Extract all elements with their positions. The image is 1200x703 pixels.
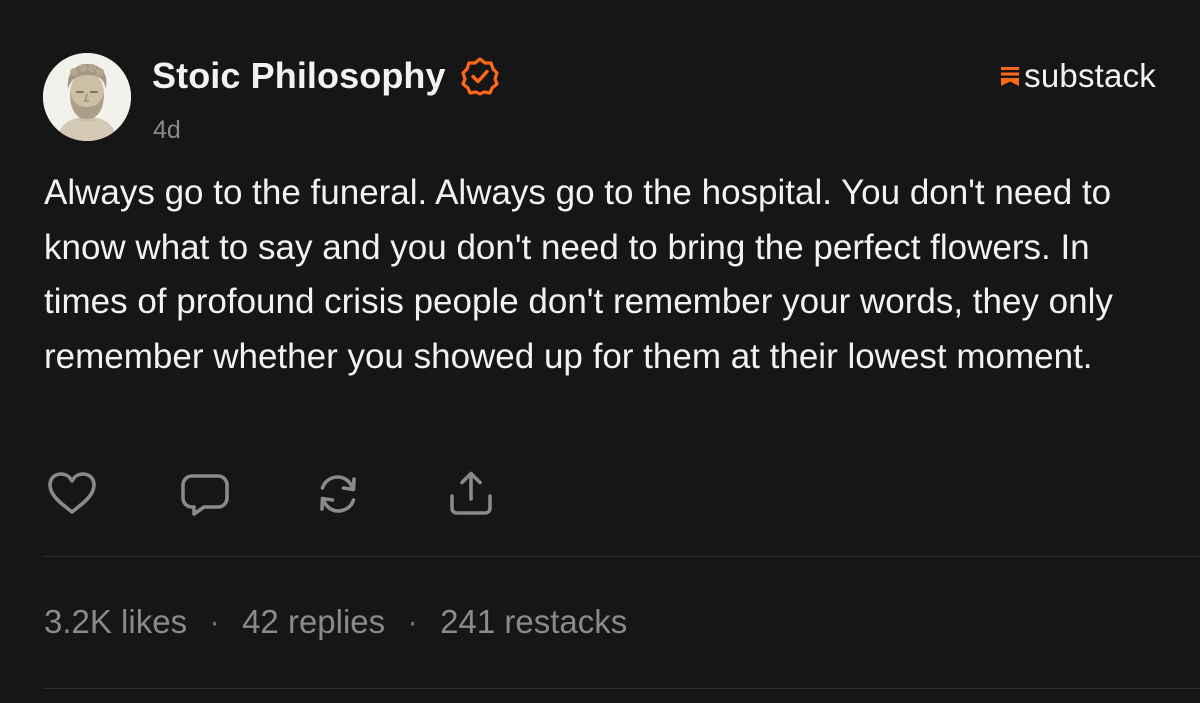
post-timestamp: 4d — [153, 116, 181, 144]
separator-dot: · — [407, 603, 419, 640]
post-stats: 3.2K likes · 42 replies · 241 restacks — [44, 600, 627, 644]
author-avatar[interactable] — [43, 53, 131, 141]
heart-icon — [48, 472, 96, 514]
share-icon — [450, 471, 492, 515]
verified-badge-icon — [461, 57, 499, 96]
post-actions — [44, 466, 499, 522]
comment-icon — [181, 474, 229, 516]
restack-button[interactable] — [310, 466, 366, 522]
divider — [44, 688, 1200, 689]
post-text: Always go to the funeral. Always go to t… — [44, 173, 1113, 376]
replies-count[interactable]: 42 replies — [242, 603, 385, 641]
divider — [44, 556, 1200, 557]
restack-icon — [320, 475, 356, 513]
substack-bookmark-icon — [1001, 67, 1020, 86]
substack-logo[interactable]: substack — [1000, 56, 1156, 96]
restacks-count[interactable]: 241 restacks — [440, 603, 627, 641]
like-button[interactable] — [44, 466, 100, 522]
likes-count[interactable]: 3.2K likes — [44, 603, 187, 641]
reply-button[interactable] — [177, 466, 233, 522]
author-name[interactable]: Stoic Philosophy — [152, 55, 446, 97]
share-button[interactable] — [443, 466, 499, 522]
substack-wordmark: substack — [1024, 57, 1156, 94]
separator-dot: · — [209, 603, 221, 640]
marcus-aurelius-bust-image — [43, 53, 131, 141]
